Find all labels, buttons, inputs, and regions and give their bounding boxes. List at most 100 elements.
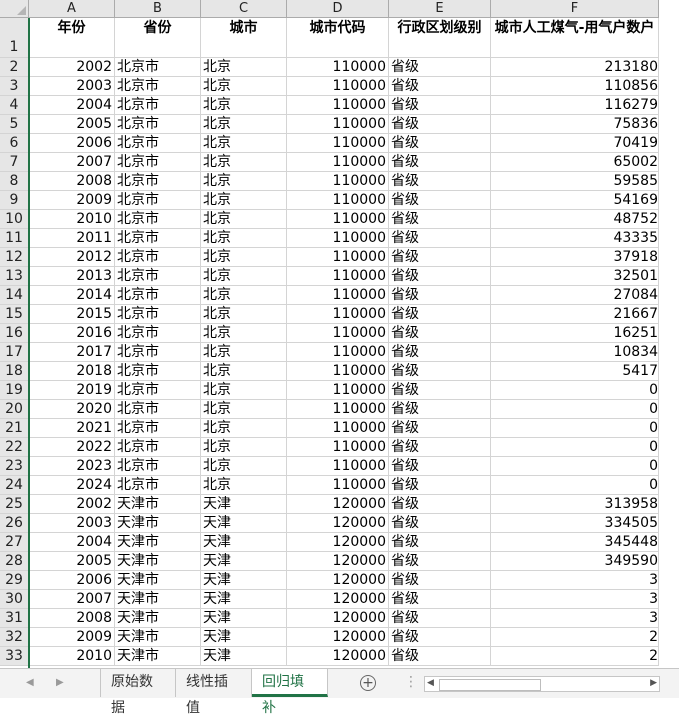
table-cell[interactable]: 北京市: [115, 267, 201, 286]
table-cell[interactable]: 天津: [201, 552, 287, 571]
table-cell[interactable]: 2006: [29, 134, 115, 153]
table-cell[interactable]: 省级: [389, 381, 491, 400]
table-cell[interactable]: 天津市: [115, 495, 201, 514]
table-cell[interactable]: 110000: [287, 419, 389, 438]
table-cell[interactable]: 北京: [201, 77, 287, 96]
table-cell[interactable]: 省级: [389, 248, 491, 267]
table-cell[interactable]: 27084: [491, 286, 659, 305]
table-cell[interactable]: 2: [491, 628, 659, 647]
row-header[interactable]: 5: [0, 115, 29, 134]
table-cell[interactable]: 2004: [29, 96, 115, 115]
table-cell[interactable]: 32501: [491, 267, 659, 286]
table-cell[interactable]: 北京: [201, 210, 287, 229]
row-header[interactable]: 6: [0, 134, 29, 153]
row-header[interactable]: 1: [0, 18, 29, 58]
row-header[interactable]: 28: [0, 552, 29, 571]
table-cell[interactable]: 120000: [287, 628, 389, 647]
table-cell[interactable]: 2015: [29, 305, 115, 324]
sheet-tab[interactable]: 线性插值: [176, 669, 252, 716]
table-cell[interactable]: 北京市: [115, 400, 201, 419]
table-cell[interactable]: 北京: [201, 324, 287, 343]
row-header[interactable]: 15: [0, 305, 29, 324]
table-cell[interactable]: 北京: [201, 153, 287, 172]
table-cell[interactable]: 天津市: [115, 552, 201, 571]
row-header[interactable]: 33: [0, 647, 29, 666]
table-cell[interactable]: 北京: [201, 438, 287, 457]
table-cell[interactable]: 48752: [491, 210, 659, 229]
table-cell[interactable]: 2020: [29, 400, 115, 419]
table-cell[interactable]: 2007: [29, 153, 115, 172]
row-header[interactable]: 17: [0, 343, 29, 362]
row-header[interactable]: 21: [0, 419, 29, 438]
table-cell[interactable]: 120000: [287, 514, 389, 533]
table-cell[interactable]: 21667: [491, 305, 659, 324]
table-cell[interactable]: 2005: [29, 115, 115, 134]
table-cell[interactable]: 省级: [389, 476, 491, 495]
header-cell[interactable]: 年份: [29, 18, 115, 58]
table-cell[interactable]: 2002: [29, 495, 115, 514]
table-cell[interactable]: 北京市: [115, 153, 201, 172]
table-cell[interactable]: 110000: [287, 96, 389, 115]
add-sheet-button[interactable]: +: [360, 675, 376, 691]
spreadsheet-grid[interactable]: ABCDEF 1 年份 省份 城市 城市代码 行政区划级别 城市人工煤气-用气户数户 2 20…: [0, 0, 679, 668]
table-cell[interactable]: 北京: [201, 305, 287, 324]
table-cell[interactable]: 天津市: [115, 590, 201, 609]
table-cell[interactable]: 110000: [287, 476, 389, 495]
table-cell[interactable]: 110000: [287, 457, 389, 476]
table-cell[interactable]: 2010: [29, 210, 115, 229]
row-header[interactable]: 9: [0, 191, 29, 210]
table-cell[interactable]: 10834: [491, 343, 659, 362]
table-cell[interactable]: 110000: [287, 400, 389, 419]
table-cell[interactable]: 116279: [491, 96, 659, 115]
column-header-d[interactable]: D: [287, 0, 389, 18]
table-cell[interactable]: 2002: [29, 58, 115, 77]
row-header[interactable]: 24: [0, 476, 29, 495]
table-cell[interactable]: 北京市: [115, 381, 201, 400]
table-cell[interactable]: 北京: [201, 267, 287, 286]
table-cell[interactable]: 北京市: [115, 419, 201, 438]
table-cell[interactable]: 天津: [201, 647, 287, 666]
table-cell[interactable]: 省级: [389, 628, 491, 647]
row-header[interactable]: 32: [0, 628, 29, 647]
table-cell[interactable]: 北京: [201, 58, 287, 77]
row-header[interactable]: 30: [0, 590, 29, 609]
table-cell[interactable]: 110856: [491, 77, 659, 96]
table-cell[interactable]: 345448: [491, 533, 659, 552]
table-cell[interactable]: 120000: [287, 495, 389, 514]
table-cell[interactable]: 省级: [389, 210, 491, 229]
table-cell[interactable]: 北京: [201, 96, 287, 115]
table-cell[interactable]: 北京: [201, 248, 287, 267]
row-header[interactable]: 19: [0, 381, 29, 400]
table-cell[interactable]: 110000: [287, 191, 389, 210]
table-cell[interactable]: 北京市: [115, 77, 201, 96]
table-cell[interactable]: 2006: [29, 571, 115, 590]
next-sheet-icon[interactable]: ▶: [56, 677, 64, 688]
table-cell[interactable]: 0: [491, 476, 659, 495]
table-cell[interactable]: 70419: [491, 134, 659, 153]
table-cell[interactable]: 北京市: [115, 134, 201, 153]
column-header-b[interactable]: B: [115, 0, 201, 18]
table-cell[interactable]: 天津: [201, 590, 287, 609]
table-cell[interactable]: 110000: [287, 210, 389, 229]
table-cell[interactable]: 天津: [201, 609, 287, 628]
table-cell[interactable]: 北京市: [115, 457, 201, 476]
table-cell[interactable]: 313958: [491, 495, 659, 514]
table-cell[interactable]: 省级: [389, 286, 491, 305]
table-cell[interactable]: 75836: [491, 115, 659, 134]
row-header[interactable]: 18: [0, 362, 29, 381]
header-cell[interactable]: 行政区划级别: [389, 18, 491, 58]
table-cell[interactable]: 省级: [389, 172, 491, 191]
table-cell[interactable]: 2014: [29, 286, 115, 305]
row-header[interactable]: 8: [0, 172, 29, 191]
row-header[interactable]: 4: [0, 96, 29, 115]
table-cell[interactable]: 2024: [29, 476, 115, 495]
row-header[interactable]: 2: [0, 58, 29, 77]
column-header-f[interactable]: F: [491, 0, 659, 18]
table-cell[interactable]: 北京: [201, 172, 287, 191]
table-cell[interactable]: 北京市: [115, 191, 201, 210]
table-cell[interactable]: 北京市: [115, 210, 201, 229]
table-cell[interactable]: 北京市: [115, 362, 201, 381]
table-cell[interactable]: 2003: [29, 514, 115, 533]
table-cell[interactable]: 北京市: [115, 343, 201, 362]
table-cell[interactable]: 2023: [29, 457, 115, 476]
